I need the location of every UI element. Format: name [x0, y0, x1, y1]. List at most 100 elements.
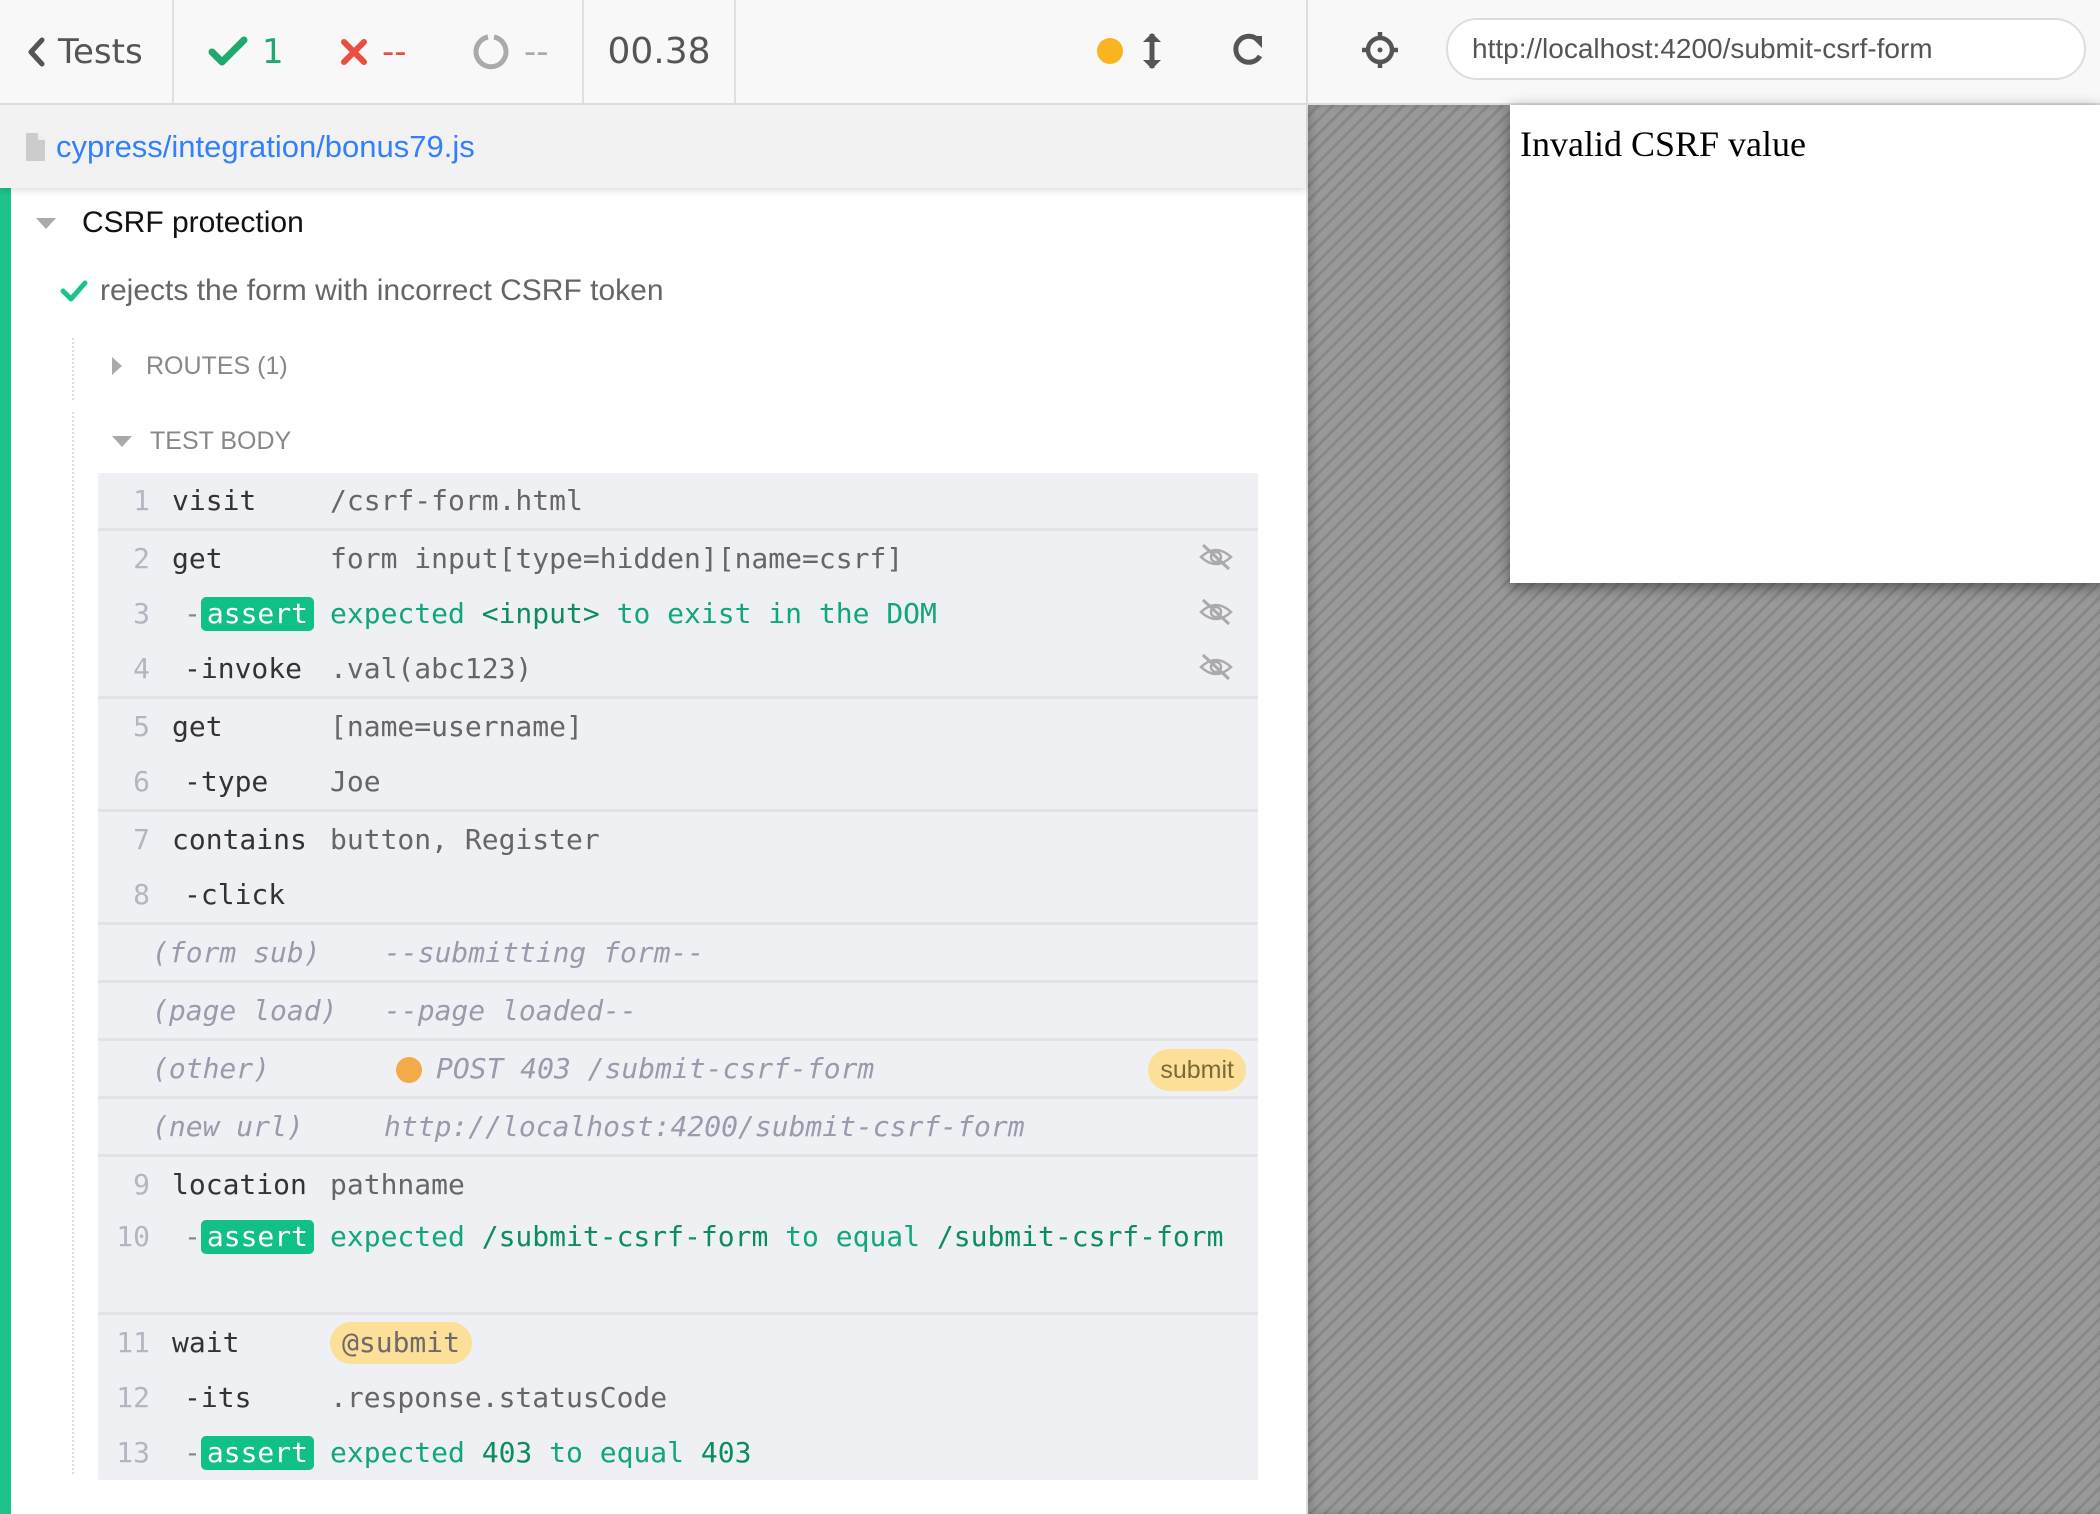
assert-value: 403 [700, 1436, 752, 1469]
command-row[interactable]: 3 - assert expected <input> to exist in t… [98, 586, 1258, 641]
command-number: 3 [133, 597, 150, 630]
spec-file-bar: cypress/integration/bonus79.js [0, 105, 1306, 188]
event-message: --submitting form-- [384, 936, 705, 969]
test-body-header[interactable]: TEST BODY [112, 421, 291, 461]
command-name: get [172, 710, 223, 743]
alias-badge: submit [1148, 1049, 1246, 1091]
pending-circle-icon [473, 34, 509, 69]
command-row[interactable]: 1 visit /csrf-form.html [98, 473, 1258, 531]
check-icon [60, 280, 88, 302]
reporter-header: Tests 1 -- -- 00.38 [0, 0, 1306, 105]
event-row[interactable]: (page load) --page loaded-- [98, 983, 1258, 1041]
event-row[interactable]: (new url) http://localhost:4200/submit-c… [98, 1099, 1258, 1157]
resize-vertical-icon[interactable] [1140, 30, 1164, 72]
routes-guide [72, 338, 74, 400]
command-row[interactable]: 7 contains button, Register [98, 812, 1258, 867]
command-log: 1 visit /csrf-form.html 2 get form input… [98, 473, 1258, 1480]
command-message: @submit [330, 1321, 1258, 1364]
command-row[interactable]: 12 -its .response.statusCode [98, 1370, 1258, 1425]
pass-indicator-bar [0, 188, 11, 1514]
eye-slash-icon [1199, 543, 1233, 571]
routes-label: ROUTES (1) [146, 351, 288, 380]
back-to-tests-button[interactable]: Tests [0, 0, 172, 103]
failed-count: -- [340, 0, 407, 103]
command-message: expected 403 to equal 403 [330, 1436, 1258, 1469]
passed-value: 1 [262, 31, 284, 72]
routes-header[interactable]: ROUTES (1) [112, 346, 288, 386]
command-name: visit [172, 484, 257, 517]
pending-count: -- [472, 0, 549, 103]
eye-slash-icon [1199, 598, 1233, 626]
command-row[interactable]: 6 -type Joe [98, 754, 1258, 812]
test-body-label: TEST BODY [150, 426, 292, 455]
command-message: button, Register [330, 823, 600, 856]
duration: 00.38 [607, 31, 711, 72]
suite-header[interactable]: CSRF protection [36, 200, 304, 246]
url-bar[interactable]: http://localhost:4200/submit-csrf-form [1446, 18, 2086, 80]
command-name: location [172, 1168, 307, 1201]
command-message: /csrf-form.html [330, 484, 583, 517]
test-header[interactable]: rejects the form with incorrect CSRF tok… [60, 268, 664, 314]
separator [172, 0, 174, 103]
suite-title: CSRF protection [82, 206, 304, 239]
alias-pill: @submit [330, 1321, 473, 1364]
eye-slash-icon [1199, 653, 1233, 681]
assert-text: expected [330, 597, 465, 630]
command-number: 1 [133, 484, 150, 517]
command-message: .val(abc123) [330, 652, 533, 685]
event-message: POST 403 /submit-csrf-form [384, 1052, 1258, 1085]
command-row[interactable]: 11 wait @submit [98, 1315, 1258, 1370]
event-name: (other) [152, 1052, 271, 1085]
back-label: Tests [58, 31, 143, 72]
command-number: 5 [133, 710, 150, 743]
command-name: contains [172, 823, 307, 856]
reload-icon[interactable] [1228, 30, 1268, 70]
command-name: - assert [150, 1435, 330, 1470]
command-number: 4 [133, 652, 150, 685]
command-number: 12 [116, 1381, 150, 1414]
app-iframe[interactable]: Invalid CSRF value [1510, 105, 2100, 583]
assert-value: /submit-csrf-form [481, 1220, 769, 1253]
command-name: -its [184, 1381, 252, 1414]
spec-file-link[interactable]: cypress/integration/bonus79.js [56, 129, 475, 165]
event-row[interactable]: (form sub) --submitting form-- [98, 925, 1258, 983]
command-row[interactable]: 10 - assert expected /submit-csrf-form to… [98, 1212, 1258, 1315]
xhr-status-dot [396, 1057, 422, 1083]
assert-text: expected [330, 1220, 465, 1253]
app-under-test-area: Invalid CSRF value [1308, 105, 2100, 1514]
command-number: 6 [133, 765, 150, 798]
command-message: expected <input> to exist in the DOM [330, 597, 1258, 630]
command-name: -type [184, 765, 269, 798]
xhr-row[interactable]: (other) POST 403 /submit-csrf-form submi… [98, 1041, 1258, 1099]
command-row[interactable]: 4 -invoke .val(abc123) [98, 641, 1258, 699]
command-number: 2 [133, 542, 150, 575]
collapse-triangle-icon [36, 217, 56, 229]
command-message: expected /submit-csrf-form to equal /sub… [330, 1212, 1258, 1258]
assert-badge: assert [200, 1435, 315, 1470]
command-number: 8 [133, 878, 150, 911]
assert-text: to equal [785, 1220, 921, 1253]
check-icon [208, 36, 248, 65]
x-icon [341, 38, 367, 65]
assert-badge: assert [200, 596, 315, 631]
file-icon [26, 132, 45, 161]
assert-text: to exist in the DOM [616, 597, 937, 630]
command-message: Joe [330, 765, 381, 798]
assert-badge: assert [200, 1220, 315, 1254]
command-row[interactable]: 8 -click [98, 867, 1258, 925]
command-row[interactable]: 2 get form input[type=hidden][name=csrf] [98, 531, 1258, 586]
command-message: [name=username] [330, 710, 583, 743]
event-message: --page loaded-- [384, 994, 637, 1027]
command-name: - assert [150, 596, 330, 631]
pending-value: -- [524, 31, 549, 72]
command-name: get [172, 542, 223, 575]
command-row[interactable]: 9 location pathname [98, 1157, 1258, 1212]
command-row[interactable]: 5 get [name=username] [98, 699, 1258, 754]
event-message: http://localhost:4200/submit-csrf-form [384, 1110, 1025, 1143]
command-message: form input[type=hidden][name=csrf] [330, 542, 904, 575]
event-name: (page load) [152, 994, 338, 1027]
selector-playground-icon[interactable] [1360, 30, 1400, 70]
command-number: 9 [133, 1168, 150, 1201]
passed-count: 1 [208, 0, 284, 103]
command-row[interactable]: 13 - assert expected 403 to equal 403 [98, 1425, 1258, 1480]
